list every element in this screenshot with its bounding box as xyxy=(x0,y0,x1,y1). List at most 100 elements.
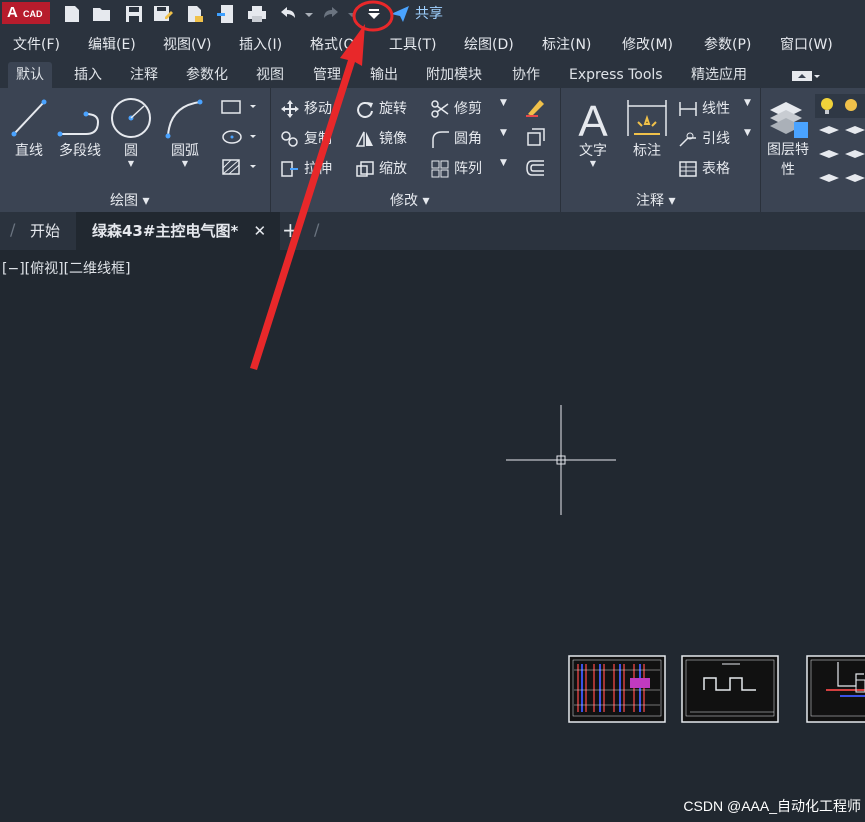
tab-parametric[interactable]: 参数化 xyxy=(178,62,236,88)
ribbon-minimize-icon[interactable] xyxy=(792,68,820,82)
start-tab[interactable]: 开始 xyxy=(30,220,60,241)
menu-draw[interactable]: 绘图(D) xyxy=(464,34,514,54)
open-icon[interactable] xyxy=(92,5,112,23)
stretch-button[interactable]: 拉伸 xyxy=(280,158,332,178)
tab-view[interactable]: 视图 xyxy=(248,62,292,88)
erase-icon[interactable] xyxy=(524,96,548,122)
array-dropdown-icon[interactable]: ▼ xyxy=(500,158,507,168)
publish-icon[interactable] xyxy=(216,5,236,23)
tab-manage[interactable]: 管理 xyxy=(305,62,349,88)
menu-dimension[interactable]: 标注(N) xyxy=(542,34,591,54)
trim-label: 修剪 xyxy=(454,101,482,117)
menu-modify[interactable]: 修改(M) xyxy=(622,34,673,54)
polyline-button[interactable]: 多段线 xyxy=(56,96,104,160)
array-button[interactable]: 阵列 xyxy=(430,158,482,178)
polyline-label: 多段线 xyxy=(59,143,101,159)
layer-state-icon[interactable] xyxy=(815,94,865,122)
ellipse-icon[interactable] xyxy=(220,128,260,150)
leader-dropdown-icon[interactable]: ▼ xyxy=(744,128,751,138)
table-icon xyxy=(679,161,697,177)
linear-dropdown-icon[interactable]: ▼ xyxy=(744,98,751,108)
circle-button[interactable]: 圆 ▼ xyxy=(108,96,154,168)
rectangle-icon[interactable] xyxy=(220,98,260,120)
line-button[interactable]: 直线 xyxy=(8,96,50,160)
tab-featured-apps[interactable]: 精选应用 xyxy=(683,62,755,88)
leader-button[interactable]: 引线 xyxy=(678,128,730,148)
print-icon[interactable] xyxy=(247,5,267,23)
linear-dimension-button[interactable]: 线性 xyxy=(678,98,730,118)
hatch-icon[interactable] xyxy=(220,158,260,180)
fillet-button[interactable]: 圆角 xyxy=(430,128,482,148)
copy-button[interactable]: 复制 xyxy=(280,128,332,148)
drawing-sheet-1[interactable] xyxy=(568,655,666,723)
layer-tools-icon[interactable] xyxy=(815,124,865,208)
share-icon[interactable] xyxy=(390,5,410,23)
viewport-controls[interactable]: [−][俯视][二维线框] xyxy=(2,258,131,278)
menu-view[interactable]: 视图(V) xyxy=(163,34,212,54)
array-label: 阵列 xyxy=(454,161,482,177)
drawing-sheet-3[interactable] xyxy=(806,655,865,723)
save-as-icon[interactable] xyxy=(153,5,173,23)
app-logo[interactable]: A CAD xyxy=(2,2,50,24)
arc-button[interactable]: 圆弧 ▼ xyxy=(162,96,208,168)
arc-dropdown-icon[interactable]: ▼ xyxy=(162,160,208,168)
scale-button[interactable]: 缩放 xyxy=(355,158,407,178)
new-tab-button[interactable]: + xyxy=(282,218,299,242)
draw-panel-title[interactable]: 绘图 ▾ xyxy=(110,190,149,210)
offset-icon[interactable] xyxy=(524,158,548,182)
undo-dropdown-icon[interactable] xyxy=(299,5,319,23)
menu-insert[interactable]: 插入(I) xyxy=(239,34,282,54)
panel-divider xyxy=(270,88,271,212)
svg-text:A: A xyxy=(578,97,608,140)
tab-output[interactable]: 输出 xyxy=(362,62,406,88)
new-icon[interactable] xyxy=(62,5,82,23)
tab-home[interactable]: 默认 xyxy=(8,62,52,88)
tab-annotate[interactable]: 注释 xyxy=(122,62,166,88)
table-button[interactable]: 表格 xyxy=(678,158,730,178)
tab-insert[interactable]: 插入 xyxy=(66,62,110,88)
move-button[interactable]: 移动 xyxy=(280,98,332,118)
fillet-dropdown-icon[interactable]: ▼ xyxy=(500,128,507,138)
menu-file[interactable]: 文件(F) xyxy=(13,34,60,54)
redo-dropdown-icon[interactable] xyxy=(342,5,362,23)
arc-label: 圆弧 xyxy=(171,143,199,159)
customize-dropdown-icon[interactable] xyxy=(364,5,384,23)
share-label[interactable]: 共享 xyxy=(415,3,443,23)
mirror-button[interactable]: 镜像 xyxy=(355,128,407,148)
rotate-button[interactable]: 旋转 xyxy=(355,98,407,118)
save-icon[interactable] xyxy=(124,5,144,23)
tab-collaborate[interactable]: 协作 xyxy=(504,62,548,88)
polyline-icon xyxy=(57,111,100,137)
modify-panel-title[interactable]: 修改 ▾ xyxy=(390,190,429,210)
trim-dropdown-icon[interactable]: ▼ xyxy=(500,98,507,108)
trim-button[interactable]: 修剪 xyxy=(430,98,482,118)
tab-express-tools[interactable]: Express Tools xyxy=(561,62,671,88)
fillet-label: 圆角 xyxy=(454,131,482,147)
tab-addins[interactable]: 附加模块 xyxy=(418,62,490,88)
panel-divider xyxy=(560,88,561,212)
move-label: 移动 xyxy=(304,101,332,117)
menu-parametric[interactable]: 参数(P) xyxy=(704,34,751,54)
redo-icon[interactable] xyxy=(322,5,342,23)
menu-format[interactable]: 格式(O) xyxy=(310,34,360,54)
stretch-label: 拉伸 xyxy=(304,161,332,177)
close-tab-icon[interactable]: ✕ xyxy=(254,222,267,240)
undo-icon[interactable] xyxy=(277,5,297,23)
text-dropdown-icon[interactable]: ▼ xyxy=(570,160,616,168)
layer-properties-label: 图层特性 xyxy=(767,142,809,178)
drawing-sheet-2[interactable] xyxy=(681,655,779,723)
drawing-canvas[interactable] xyxy=(0,250,865,822)
annotation-panel-title[interactable]: 注释 ▾ xyxy=(636,190,675,210)
menu-edit[interactable]: 编辑(E) xyxy=(88,34,136,54)
circle-dropdown-icon[interactable]: ▼ xyxy=(108,160,154,168)
explode-icon[interactable] xyxy=(524,128,548,152)
line-label: 直线 xyxy=(15,143,43,159)
menu-tools[interactable]: 工具(T) xyxy=(389,34,436,54)
menu-window[interactable]: 窗口(W) xyxy=(780,34,833,54)
export-icon[interactable] xyxy=(185,5,205,23)
active-document-tab[interactable]: 绿森43#主控电气图* ✕ xyxy=(76,212,281,250)
mirror-label: 镜像 xyxy=(379,131,407,147)
dimension-button[interactable]: 标注 xyxy=(624,96,670,160)
layer-properties-button[interactable]: 图层特性 xyxy=(766,96,810,180)
text-button[interactable]: A 文字 ▼ xyxy=(570,96,616,168)
